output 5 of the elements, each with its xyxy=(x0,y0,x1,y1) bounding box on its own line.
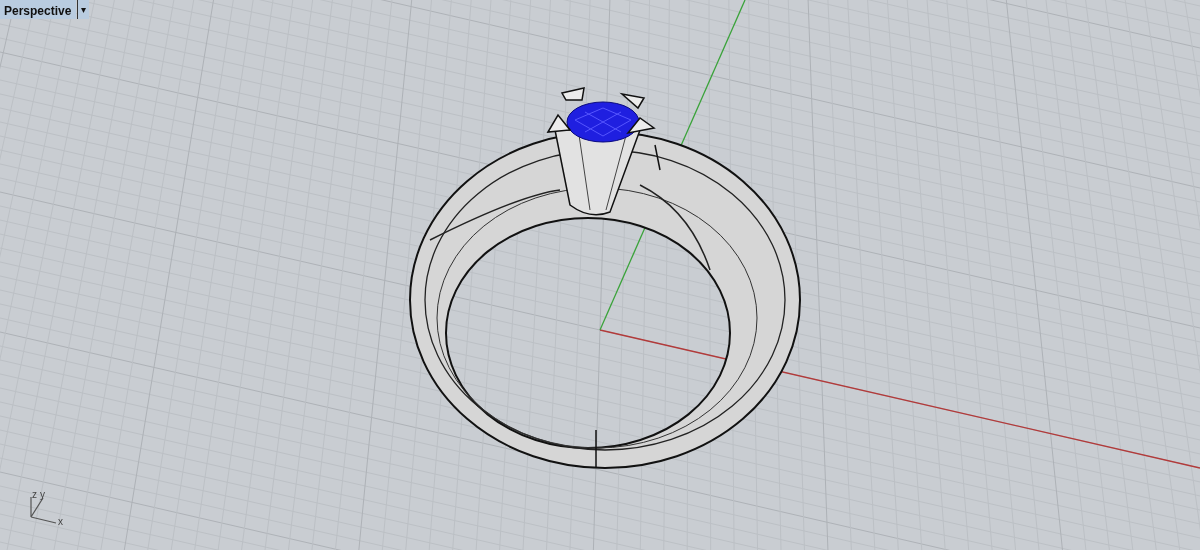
viewport-tab[interactable]: Perspective xyxy=(0,0,77,19)
z-axis-label: z xyxy=(32,489,37,500)
y-axis-label: y xyxy=(40,489,45,500)
x-axis-label: x xyxy=(58,516,63,527)
viewport-menu-button[interactable]: ▾ xyxy=(77,0,90,19)
